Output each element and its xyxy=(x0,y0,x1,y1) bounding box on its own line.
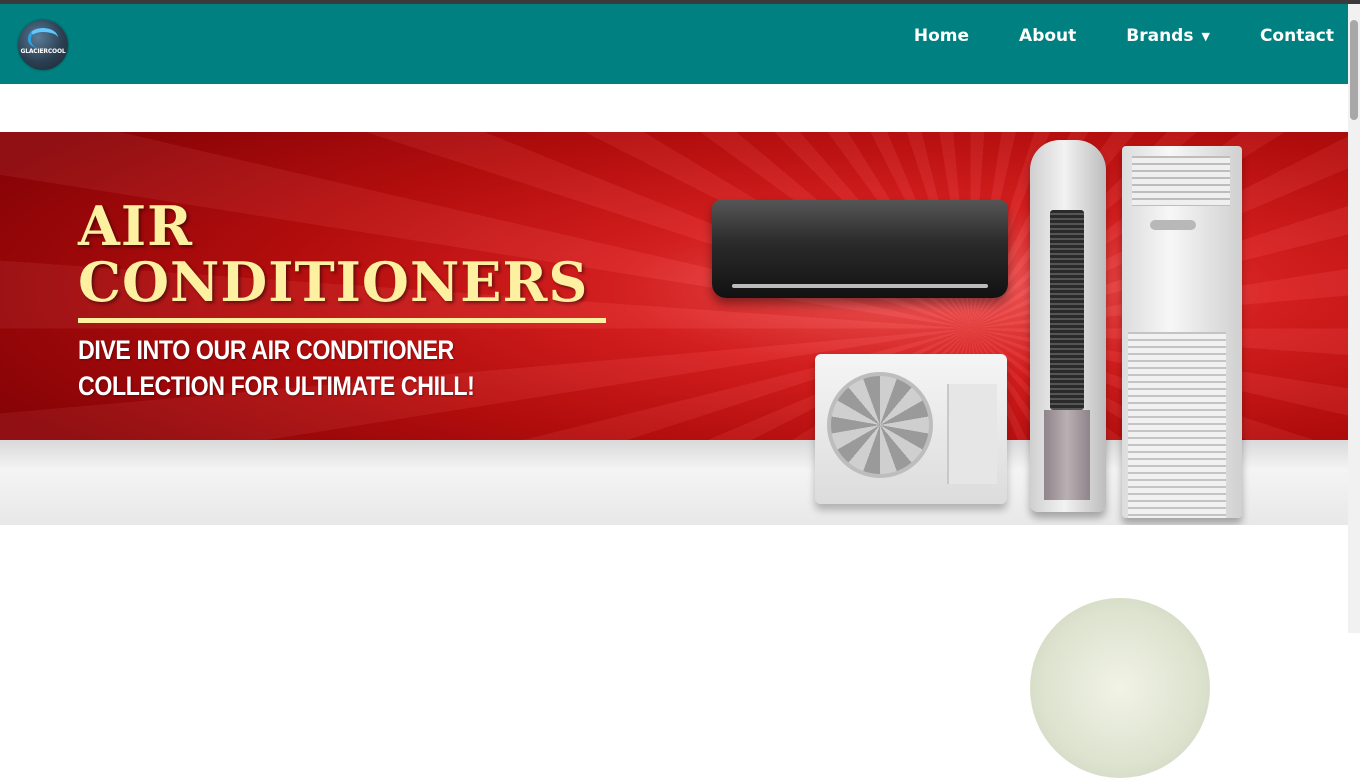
nav-contact-label: Contact xyxy=(1259,26,1334,46)
nav-about-label: About xyxy=(1019,26,1077,46)
outdoor-unit-image xyxy=(815,354,1007,504)
hero-title-line1: AIR xyxy=(78,194,194,258)
wave-icon xyxy=(28,28,58,48)
scrollbar-thumb[interactable] xyxy=(1350,20,1358,120)
hero-title-line2: CONDITIONERS xyxy=(78,250,589,314)
nav-brands-label: Brands xyxy=(1126,26,1194,46)
hero-subtitle: DIVE INTO OUR AIR CONDITIONER COLLECTION… xyxy=(78,332,525,404)
fan-icon xyxy=(827,372,933,478)
hero-subtitle-line1: DIVE INTO OUR AIR CONDITIONER xyxy=(78,335,454,365)
split-ac-image xyxy=(712,200,1008,298)
outdoor-unit-side-panel xyxy=(947,384,997,484)
nav-about-link[interactable]: About xyxy=(1019,26,1076,46)
tower-ac-base xyxy=(1044,410,1090,500)
hero-subtitle-line2: COLLECTION FOR ULTIMATE CHILL! xyxy=(78,371,475,401)
main-nav: Home About Brands ▼ Contact xyxy=(864,4,1334,68)
tower-ac-grill xyxy=(1050,210,1084,410)
navbar: GLACIERCOOL Home About Brands ▼ Contact xyxy=(0,4,1348,84)
logo-text: GLACIERCOOL xyxy=(20,48,66,55)
hero-banner: AIR CONDITIONERS DIVE INTO OUR AIR CONDI… xyxy=(0,132,1348,525)
floor-standing-ac-image xyxy=(1122,146,1242,518)
page-scrollbar[interactable] xyxy=(1348,4,1360,633)
floor-ac-top-vent xyxy=(1132,156,1230,206)
floor-ac-control-panel xyxy=(1150,220,1196,230)
site-logo[interactable]: GLACIERCOOL xyxy=(18,20,68,70)
split-ac-vent xyxy=(732,284,988,288)
nav-brands-dropdown[interactable]: Brands ▼ xyxy=(1126,26,1210,46)
nav-home-link[interactable]: Home xyxy=(914,26,969,46)
section-image-partial xyxy=(1030,598,1210,778)
floor-ac-bottom-vent xyxy=(1128,332,1226,518)
tower-ac-image xyxy=(1030,140,1106,512)
nav-contact-link[interactable]: Contact xyxy=(1260,26,1334,46)
nav-home-label: Home xyxy=(913,26,970,46)
caret-down-icon: ▼ xyxy=(1201,29,1210,43)
hero-title: AIR CONDITIONERS xyxy=(78,198,588,310)
hero-title-underline xyxy=(78,318,606,323)
